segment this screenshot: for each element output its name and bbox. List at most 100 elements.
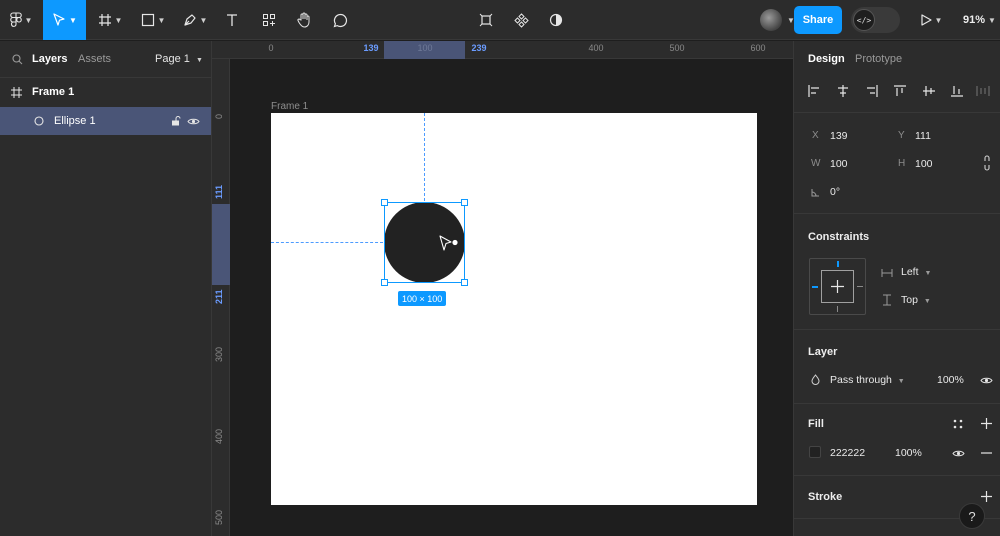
chevron-down-icon: ▼	[897, 378, 905, 385]
width-input[interactable]: 100	[830, 158, 848, 170]
resize-handle-bottom-left[interactable]	[381, 279, 388, 286]
constraint-top-line[interactable]	[837, 261, 839, 267]
chevron-down-icon: ▼	[24, 15, 33, 25]
add-fill-icon[interactable]	[981, 418, 992, 429]
divider	[794, 213, 1000, 214]
avatar[interactable]	[760, 9, 782, 31]
layer-name: Frame 1	[32, 86, 75, 98]
component-icon	[479, 13, 493, 27]
mask-icon	[549, 13, 563, 27]
hand-tool-button[interactable]	[290, 0, 318, 40]
height-input[interactable]: 100	[915, 158, 933, 170]
divider	[794, 403, 1000, 404]
ruler-tick-selection-end: 239	[471, 43, 487, 53]
chevron-down-icon: ▼	[199, 15, 208, 25]
tab-layers[interactable]: Layers	[32, 53, 67, 65]
ruler-tick: 500	[669, 43, 685, 53]
align-vertical-center-icon[interactable]	[923, 85, 935, 97]
tab-assets[interactable]: Assets	[78, 53, 111, 65]
search-icon[interactable]	[12, 54, 23, 65]
chevron-down-icon: ▼	[195, 57, 203, 64]
comment-tool-button[interactable]	[326, 0, 354, 40]
align-left-icon[interactable]	[808, 85, 820, 97]
rotation-input[interactable]: 0°	[830, 186, 840, 198]
tab-design[interactable]: Design	[808, 53, 845, 65]
mask-button[interactable]	[543, 0, 569, 40]
share-button[interactable]: Share	[794, 6, 842, 34]
align-bottom-icon[interactable]	[951, 85, 963, 97]
ruler-tick-selection-start: 111	[214, 184, 224, 199]
ruler-tick: 0	[214, 113, 224, 119]
align-right-icon[interactable]	[866, 85, 878, 97]
resize-handle-top-left[interactable]	[381, 199, 388, 206]
move-tool-icon	[53, 13, 65, 26]
fill-title: Fill	[808, 418, 824, 430]
layer-row-frame[interactable]: Frame 1	[0, 78, 211, 106]
ruler-tick: 100	[417, 43, 433, 53]
tab-prototype[interactable]: Prototype	[855, 53, 902, 65]
page-selector[interactable]: Page 1 ▼	[155, 53, 203, 65]
constraint-left-line[interactable]	[812, 286, 818, 288]
fill-opacity-input[interactable]: 100%	[895, 447, 922, 459]
help-button[interactable]: ?	[959, 503, 985, 529]
ruler-tick: 500	[214, 509, 224, 525]
layer-opacity-input[interactable]: 100%	[937, 374, 964, 386]
add-stroke-icon[interactable]	[981, 491, 992, 502]
constrain-proportions-icon[interactable]	[983, 155, 991, 171]
dev-mode-toggle[interactable]: </>	[851, 7, 900, 33]
layer-name: Ellipse 1	[54, 115, 96, 127]
present-button[interactable]: ▼	[916, 0, 946, 40]
canvas[interactable]: Frame 1 100 × 100	[231, 60, 793, 536]
chevron-down-icon: ▼	[114, 15, 123, 25]
constraint-bottom-line[interactable]	[837, 306, 838, 312]
constraint-right-line[interactable]	[857, 286, 863, 287]
constraint-widget[interactable]	[809, 258, 866, 315]
x-input[interactable]: 139	[830, 130, 848, 142]
create-component-button[interactable]	[508, 0, 534, 40]
vertical-constraint-select[interactable]: Top ▼	[901, 294, 931, 306]
unlock-icon[interactable]	[171, 116, 181, 126]
figma-menu-icon	[9, 12, 22, 27]
vertical-ruler: 0 111 211 300 400 500	[212, 59, 230, 536]
main-menu-button[interactable]: ▼	[4, 0, 38, 40]
zoom-menu[interactable]: 91% ▼	[963, 0, 996, 40]
text-tool-icon	[227, 14, 237, 26]
fill-color-swatch[interactable]	[809, 446, 821, 458]
horizontal-constraint-value: Left	[901, 266, 919, 278]
ruler-tick: 600	[750, 43, 766, 53]
horizontal-constraint-select[interactable]: Left ▼	[901, 266, 931, 278]
blend-mode-select[interactable]: Pass through ▼	[830, 374, 905, 386]
resize-handle-bottom-right[interactable]	[461, 279, 468, 286]
boolean-icon	[513, 12, 529, 28]
align-top-icon[interactable]	[894, 85, 906, 97]
chevron-down-icon: ▼	[988, 15, 996, 25]
hand-tool-icon	[296, 12, 309, 28]
divider	[794, 329, 1000, 330]
move-tool-button[interactable]: ▼	[43, 0, 86, 40]
remove-fill-icon[interactable]	[981, 452, 992, 454]
component-button[interactable]	[473, 0, 499, 40]
eye-icon[interactable]	[952, 449, 965, 458]
frame-label[interactable]: Frame 1	[271, 101, 308, 112]
vertical-constraint-value: Top	[901, 294, 918, 306]
constraint-inner-box	[821, 270, 854, 303]
pen-tool-button[interactable]: ▼	[177, 0, 213, 40]
ruler-tick-selection-start: 139	[363, 43, 379, 53]
frame-1[interactable]	[271, 113, 757, 505]
eye-icon[interactable]	[187, 117, 200, 126]
shape-tool-button[interactable]: ▼	[135, 0, 171, 40]
text-tool-button[interactable]	[220, 0, 244, 40]
fill-hex-input[interactable]: 222222	[830, 447, 865, 459]
layer-row-ellipse[interactable]: Ellipse 1	[0, 107, 211, 135]
comment-icon	[333, 13, 347, 27]
style-grid-icon[interactable]	[953, 419, 963, 429]
distance-guide-horizontal	[271, 242, 383, 243]
frame-tool-button[interactable]: ▼	[92, 0, 128, 40]
eye-icon[interactable]	[980, 376, 993, 385]
align-horizontal-center-icon[interactable]	[837, 85, 849, 97]
y-input[interactable]: 111	[915, 130, 931, 142]
distribute-icon[interactable]	[976, 85, 990, 97]
resize-handle-top-right[interactable]	[461, 199, 468, 206]
ruler-tick-selection-end: 211	[214, 289, 224, 304]
resources-button[interactable]	[256, 0, 282, 40]
